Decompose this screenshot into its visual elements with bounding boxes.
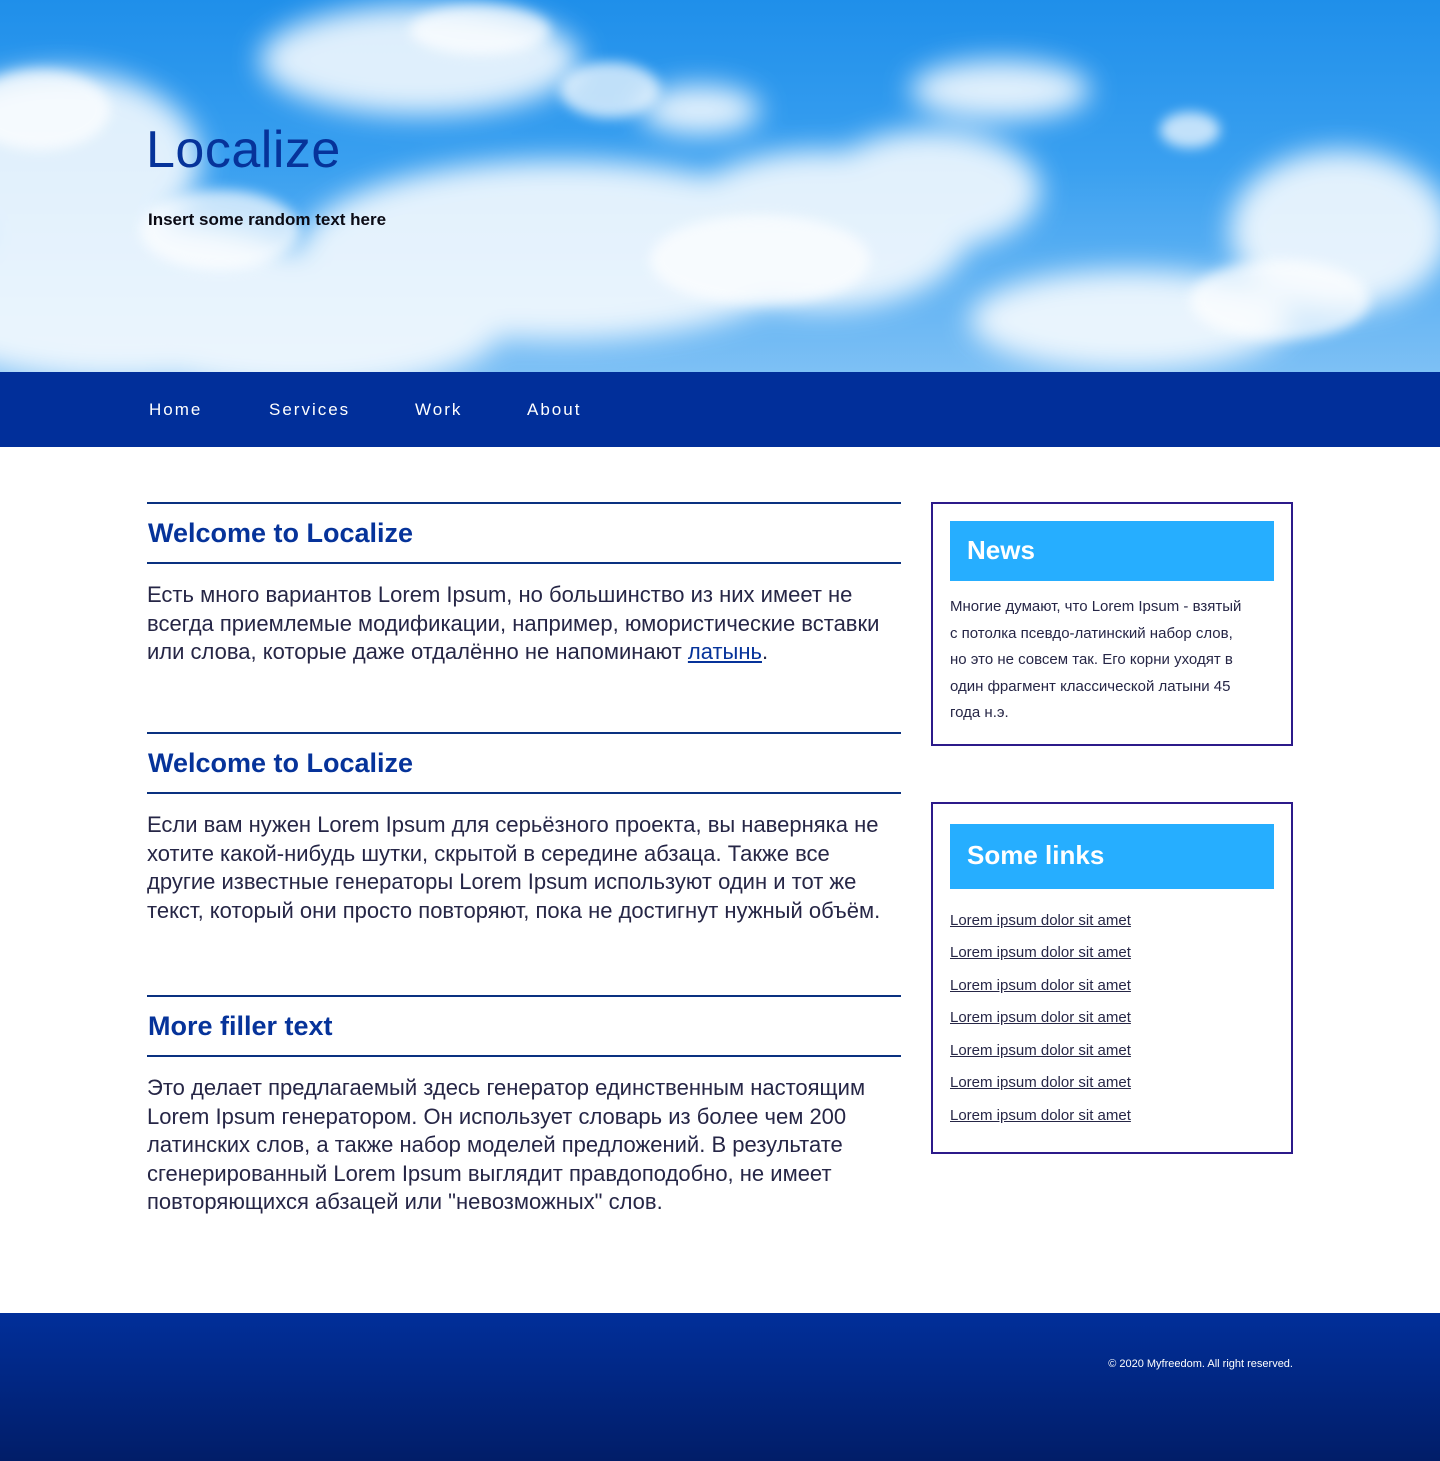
section-divider-bottom <box>147 1055 901 1057</box>
section-heading: Welcome to Localize <box>148 748 414 778</box>
news-heading: News <box>950 521 1274 581</box>
page-footer: © 2020 Myfreedom. All right reserved. <box>0 1313 1440 1461</box>
sidebar-link[interactable]: Lorem ipsum dolor sit amet <box>950 1074 1131 1091</box>
news-text: Многие думают, что Lorem Ipsum - взятый … <box>950 598 1242 721</box>
links-heading: Some links <box>950 824 1274 889</box>
section-text: Это делает предлагаемый здесь генератор … <box>147 1075 866 1214</box>
sidebar-link[interactable]: Lorem ipsum dolor sit amet <box>950 977 1131 994</box>
content-section-filler: More filler text Это делает предлагаемый… <box>147 995 901 1217</box>
nav-about[interactable]: About <box>527 400 581 420</box>
hero-banner: Localize Insert some random text here <box>0 0 1440 372</box>
latin-link[interactable]: латынь <box>688 639 762 664</box>
content-section-welcome-2: Welcome to Localize Если вам нужен Lorem… <box>147 732 901 925</box>
section-text: Есть много вариантов Lorem Ipsum, но бол… <box>147 581 901 667</box>
links-box: Some links Lorem ipsum dolor sit amet Lo… <box>931 802 1293 1154</box>
section-text: Если вам нужен Lorem Ipsum для серьёзног… <box>147 812 881 923</box>
sidebar-link[interactable]: Lorem ipsum dolor sit amet <box>950 912 1131 929</box>
section-text-end: . <box>761 639 769 664</box>
site-title: Localize <box>146 121 341 179</box>
section-text-body: Есть много вариантов Lorem Ipsum, но бол… <box>147 582 880 664</box>
sidebar-link[interactable]: Lorem ipsum dolor sit amet <box>950 944 1131 961</box>
content-section-welcome-1: Welcome to Localize Есть много вариантов… <box>147 502 901 667</box>
section-heading: Welcome to Localize <box>148 518 414 548</box>
sidebar-link[interactable]: Lorem ipsum dolor sit amet <box>950 1107 1131 1124</box>
section-heading: More filler text <box>148 1011 333 1041</box>
section-divider-bottom <box>147 792 901 794</box>
section-divider-bottom <box>147 562 901 564</box>
nav-work[interactable]: Work <box>415 400 462 420</box>
nav-services[interactable]: Services <box>269 400 350 420</box>
site-subtitle: Insert some random text here <box>148 210 387 229</box>
nav-home[interactable]: Home <box>149 400 202 420</box>
sky-clouds-image <box>0 5 1440 372</box>
copyright-text: © 2020 Myfreedom. All right reserved. <box>1108 1358 1293 1370</box>
news-box: News Многие думают, что Lorem Ipsum - вз… <box>931 502 1293 746</box>
main-navigation: Home Services Work About <box>0 372 1440 447</box>
sidebar-link[interactable]: Lorem ipsum dolor sit amet <box>950 1042 1131 1059</box>
sidebar-link[interactable]: Lorem ipsum dolor sit amet <box>950 1009 1131 1026</box>
